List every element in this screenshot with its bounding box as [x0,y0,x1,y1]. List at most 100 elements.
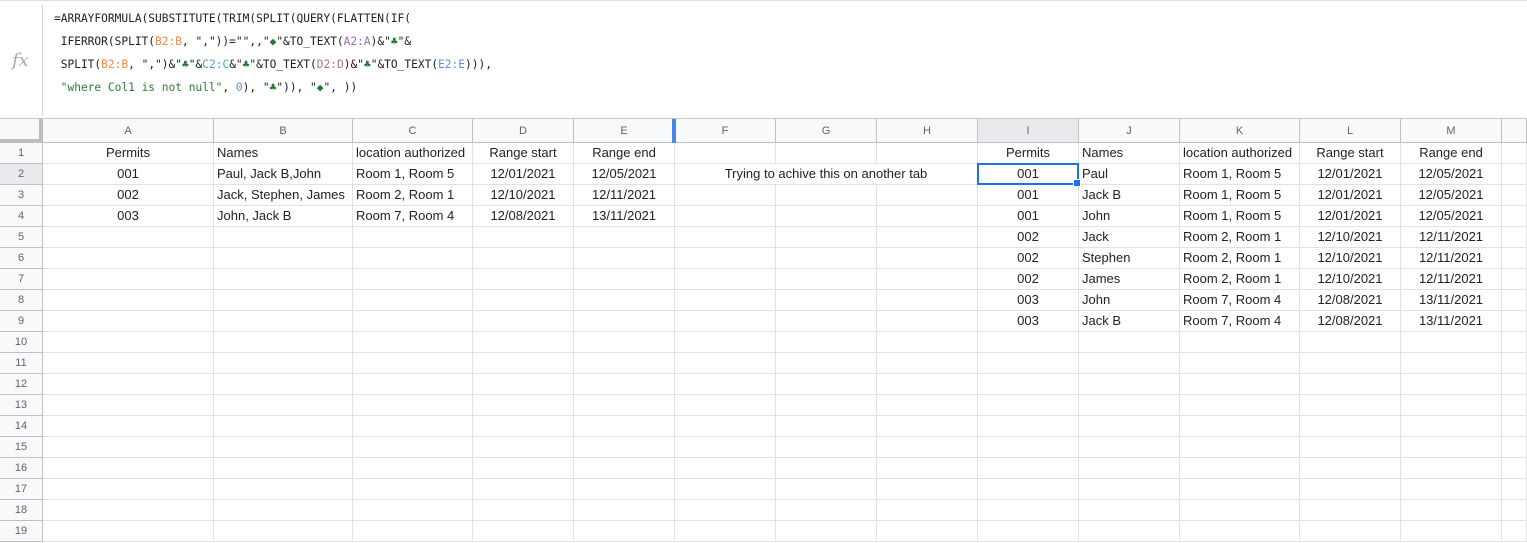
cell-K1[interactable]: location authorized [1180,143,1300,164]
cell-L10[interactable] [1300,332,1401,353]
row-header-19[interactable]: 19 [0,521,43,542]
cell-D9[interactable] [473,311,574,332]
cell-H12[interactable] [877,374,978,395]
cell-K4[interactable]: Room 1, Room 5 [1180,206,1300,227]
cell-L13[interactable] [1300,395,1401,416]
cell-F19[interactable] [675,521,776,542]
cell-B15[interactable] [214,437,353,458]
note-cell-F2[interactable]: Trying to achive this on another tab [675,164,978,185]
cell-N11[interactable] [1502,353,1527,374]
cell-C16[interactable] [353,458,473,479]
cell-C4[interactable]: Room 7, Room 4 [353,206,473,227]
cell-G14[interactable] [776,416,877,437]
cell-H14[interactable] [877,416,978,437]
cell-G9[interactable] [776,311,877,332]
cell-L7[interactable]: 12/10/2021 [1300,269,1401,290]
cell-C12[interactable] [353,374,473,395]
cell-A10[interactable] [43,332,214,353]
cell-N19[interactable] [1502,521,1527,542]
row-header-14[interactable]: 14 [0,416,43,437]
cell-L3[interactable]: 12/01/2021 [1300,185,1401,206]
cell-H17[interactable] [877,479,978,500]
formula-bar[interactable]: fx =ARRAYFORMULA(SUBSTITUTE(TRIM(SPLIT(Q… [0,0,1527,119]
cell-G12[interactable] [776,374,877,395]
cell-E1[interactable]: Range end [574,143,675,164]
cell-C7[interactable] [353,269,473,290]
cell-L17[interactable] [1300,479,1401,500]
cell-K13[interactable] [1180,395,1300,416]
cell-L15[interactable] [1300,437,1401,458]
row-header-12[interactable]: 12 [0,374,43,395]
cell-G10[interactable] [776,332,877,353]
cell-A11[interactable] [43,353,214,374]
cell-J9[interactable]: Jack B [1079,311,1180,332]
cell-E5[interactable] [574,227,675,248]
cell-F3[interactable] [675,185,776,206]
cell-I1[interactable]: Permits [978,143,1079,164]
cell-E4[interactable]: 13/11/2021 [574,206,675,227]
cell-J11[interactable] [1079,353,1180,374]
cell-B14[interactable] [214,416,353,437]
cell-E10[interactable] [574,332,675,353]
column-header-G[interactable]: G [776,119,877,143]
cell-D16[interactable] [473,458,574,479]
cell-B19[interactable] [214,521,353,542]
cell-E19[interactable] [574,521,675,542]
cell-D15[interactable] [473,437,574,458]
cell-B17[interactable] [214,479,353,500]
cell-B8[interactable] [214,290,353,311]
select-all-corner[interactable] [0,119,43,143]
cell-M17[interactable] [1401,479,1502,500]
cell-E12[interactable] [574,374,675,395]
cell-J6[interactable]: Stephen [1079,248,1180,269]
row-header-6[interactable]: 6 [0,248,43,269]
cell-F5[interactable] [675,227,776,248]
cell-D12[interactable] [473,374,574,395]
cell-J13[interactable] [1079,395,1180,416]
cell-E6[interactable] [574,248,675,269]
row-header-10[interactable]: 10 [0,332,43,353]
cell-D4[interactable]: 12/08/2021 [473,206,574,227]
cell-K19[interactable] [1180,521,1300,542]
column-header-D[interactable]: D [473,119,574,143]
cell-H15[interactable] [877,437,978,458]
row-header-2[interactable]: 2 [0,164,43,185]
cell-A13[interactable] [43,395,214,416]
cell-N17[interactable] [1502,479,1527,500]
cell-M13[interactable] [1401,395,1502,416]
cell-H16[interactable] [877,458,978,479]
cell-I11[interactable] [978,353,1079,374]
cell-L14[interactable] [1300,416,1401,437]
column-header-J[interactable]: J [1079,119,1180,143]
cell-B11[interactable] [214,353,353,374]
cell-C9[interactable] [353,311,473,332]
cell-B12[interactable] [214,374,353,395]
cell-C18[interactable] [353,500,473,521]
cell-M10[interactable] [1401,332,1502,353]
cell-L5[interactable]: 12/10/2021 [1300,227,1401,248]
cell-J14[interactable] [1079,416,1180,437]
cell-B2[interactable]: Paul, Jack B,John [214,164,353,185]
cell-L1[interactable]: Range start [1300,143,1401,164]
cell-F7[interactable] [675,269,776,290]
cell-N14[interactable] [1502,416,1527,437]
cell-H1[interactable] [877,143,978,164]
cell-H3[interactable] [877,185,978,206]
cell-J3[interactable]: Jack B [1079,185,1180,206]
formula-input[interactable]: =ARRAYFORMULA(SUBSTITUTE(TRIM(SPLIT(QUER… [54,7,492,99]
column-header-B[interactable]: B [214,119,353,143]
column-header-F[interactable]: F [675,119,776,143]
cell-C8[interactable] [353,290,473,311]
cell-F15[interactable] [675,437,776,458]
cell-G4[interactable] [776,206,877,227]
cell-N16[interactable] [1502,458,1527,479]
cell-M15[interactable] [1401,437,1502,458]
cell-K6[interactable]: Room 2, Room 1 [1180,248,1300,269]
row-header-17[interactable]: 17 [0,479,43,500]
cell-C6[interactable] [353,248,473,269]
cell-H8[interactable] [877,290,978,311]
cell-M3[interactable]: 12/05/2021 [1401,185,1502,206]
cell-L9[interactable]: 12/08/2021 [1300,311,1401,332]
column-header-A[interactable]: A [43,119,214,143]
cell-I10[interactable] [978,332,1079,353]
